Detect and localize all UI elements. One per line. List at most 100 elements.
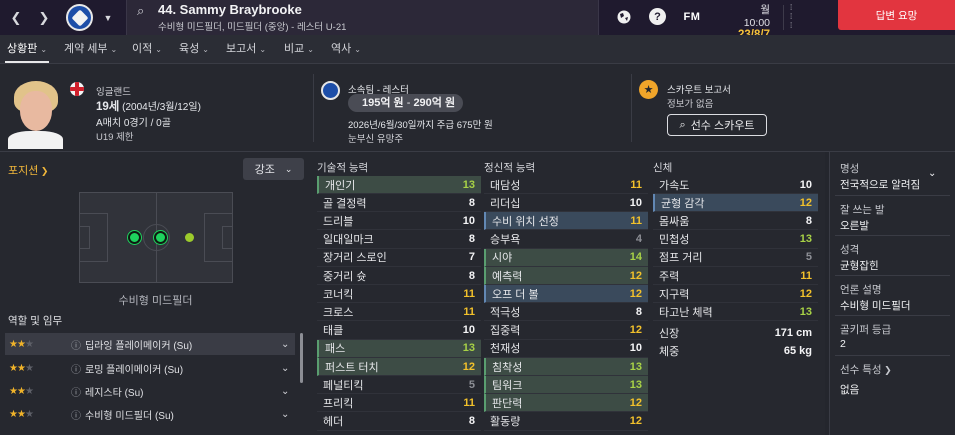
attribute-row[interactable]: 일대일마크 8 [317, 231, 481, 249]
club-crest-small-icon[interactable] [321, 81, 340, 100]
chevron-down-icon: ⌄ [259, 45, 267, 54]
attribute-row[interactable]: 대담성 11 [484, 176, 648, 194]
attribute-row[interactable]: 천재성 10 [484, 340, 648, 358]
tab-contract[interactable]: 계약 세부 ⌄ [64, 35, 117, 64]
attribute-value: 12 [629, 287, 642, 300]
tab-reports[interactable]: 보고서 ⌄ [226, 35, 266, 64]
height-row: 신장 171 cm [653, 324, 818, 342]
attribute-row[interactable]: 시야 14 [484, 248, 648, 267]
attribute-row[interactable]: 민첩성 13 [653, 231, 818, 249]
tab-compare[interactable]: 비교 ⌄ [284, 35, 314, 64]
position-marker-mc[interactable] [154, 231, 167, 244]
chevron-down-icon[interactable]: ⌄ [281, 363, 295, 374]
search-icon[interactable]: ⌕ [137, 3, 144, 19]
attribute-row[interactable]: 집중력 12 [484, 322, 648, 340]
attribute-value: 5 [805, 251, 812, 264]
reply-required-button[interactable]: 답변 요망 [838, 0, 955, 30]
player-traits-link[interactable]: 선수 특성 ❯ [840, 362, 892, 377]
chevron-down-icon[interactable]: ⌄ [281, 386, 295, 397]
emphasis-dropdown[interactable]: 강조 ⌄ [243, 158, 304, 180]
attribute-row[interactable]: 크로스 11 [317, 303, 481, 322]
attribute-row[interactable]: 지구력 12 [653, 285, 818, 304]
chevron-down-icon[interactable]: ⌄ [928, 168, 936, 179]
roles-scrollbar[interactable] [300, 333, 303, 383]
info-icon[interactable]: ⓘ [71, 361, 85, 376]
attribute-row[interactable]: 주력 11 [653, 267, 818, 285]
attribute-row[interactable]: 장거리 스로인 7 [317, 249, 481, 267]
divider [835, 355, 950, 356]
attribute-row[interactable]: 리더십 10 [484, 194, 648, 213]
chevron-down-icon[interactable]: ⌄ [281, 339, 295, 350]
tab-label: 보고서 [226, 43, 257, 55]
attribute-row[interactable]: 퍼스트 터치 12 [317, 358, 481, 376]
attribute-name: 지구력 [659, 288, 690, 301]
position-marker-dm[interactable] [128, 231, 141, 244]
continue-grip-icon[interactable]: ⁞ ⁞ ⁞ [790, 3, 792, 30]
position-marker-am[interactable] [185, 233, 194, 242]
chevron-down-icon[interactable]: ⌄ [281, 409, 295, 420]
attribute-row[interactable]: 태클 10 [317, 322, 481, 340]
attribute-row[interactable]: 판단력 12 [484, 394, 648, 413]
club-crest-icon[interactable] [66, 4, 93, 31]
attribute-row[interactable]: 헤더 8 [317, 413, 481, 431]
attribute-row[interactable]: 침착성 13 [484, 358, 648, 376]
position-pitch[interactable] [79, 192, 233, 283]
nationality[interactable]: 잉글랜드 [96, 84, 131, 98]
scout-player-button[interactable]: ⌕ 선수 스카우트 [667, 114, 767, 136]
position-link[interactable]: 포지션 ❯ [8, 162, 48, 178]
divider [835, 235, 950, 236]
attribute-row[interactable]: 타고난 체력 13 [653, 303, 818, 322]
attribute-row[interactable]: 몸싸움 8 [653, 212, 818, 231]
player-info-panel: 명성 전국적으로 알려짐 ⌄ 잘 쓰는 발 오른발 성격 균형잡힌 언론 설명 … [829, 152, 955, 435]
attribute-row[interactable]: 적극성 8 [484, 303, 648, 322]
forward-arrow-icon[interactable]: ❯ [30, 0, 58, 35]
attribute-name: 중거리 슛 [323, 270, 367, 283]
attribute-row[interactable]: 예측력 12 [484, 267, 648, 285]
attribute-row[interactable]: 개인기 13 [317, 176, 481, 194]
role-item[interactable]: ★★★ ⓘ 딥라잉 플레이메이커 (Su) ⌄ [5, 333, 295, 355]
media-description-label: 언론 설명 [840, 284, 882, 296]
back-arrow-icon[interactable]: ❮ [2, 0, 30, 35]
role-item[interactable]: ★★★ ⓘ 로밍 플레이메이커 (Su) ⌄ [5, 357, 295, 379]
attribute-row[interactable]: 활동량 12 [484, 413, 648, 431]
player-title-box[interactable]: ⌕ 44. Sammy Braybrooke 수비형 미드필더, 미드필더 (중… [126, 0, 599, 35]
club-menu-chevron-icon[interactable]: ▼ [97, 0, 119, 35]
attribute-row[interactable]: 페널티킥 5 [317, 376, 481, 395]
attribute-row[interactable]: 팀워크 13 [484, 376, 648, 395]
tab-history[interactable]: 역사 ⌄ [331, 35, 361, 64]
world-icon[interactable] [613, 6, 635, 28]
info-icon[interactable]: ⓘ [71, 337, 85, 352]
role-rating-stars-icon: ★★★ [5, 363, 71, 374]
attribute-row[interactable]: 골 결정력 8 [317, 194, 481, 213]
attribute-row[interactable]: 오프 더 볼 12 [484, 285, 648, 304]
chevron-down-icon: ⌄ [284, 163, 293, 174]
tab-overview[interactable]: 상황판 ⌄ [4, 35, 50, 64]
divider [631, 74, 632, 142]
role-rating-stars-icon: ★★★ [5, 409, 71, 420]
attribute-row[interactable]: 승부욕 4 [484, 231, 648, 249]
tab-transfer[interactable]: 이적 ⌄ [132, 35, 162, 64]
info-icon[interactable]: ⓘ [71, 384, 85, 399]
attribute-row[interactable]: 점프 거리 5 [653, 249, 818, 267]
attribute-row[interactable]: 코너킥 11 [317, 285, 481, 304]
attribute-row[interactable]: 패스 13 [317, 339, 481, 358]
tab-development[interactable]: 육성 ⌄ [179, 35, 209, 64]
attribute-value: 8 [468, 269, 475, 282]
help-icon[interactable]: ? [649, 8, 666, 25]
attribute-row[interactable]: 중거리 슛 8 [317, 267, 481, 285]
attribute-value: 13 [462, 178, 475, 191]
attribute-name: 크로스 [323, 306, 354, 319]
attribute-row[interactable]: 프리킥 11 [317, 394, 481, 413]
england-flag-icon[interactable] [70, 82, 84, 96]
role-item[interactable]: ★★★ ⓘ 수비형 미드필더 (Su) ⌄ [5, 403, 295, 425]
role-item[interactable]: ★★★ ⓘ 레지스타 (Su) ⌄ [5, 380, 295, 402]
attribute-name: 대담성 [490, 179, 521, 192]
fm-logo-icon[interactable]: FM [681, 6, 703, 28]
divider [835, 315, 950, 316]
attribute-row[interactable]: 가속도 10 [653, 176, 818, 194]
info-icon[interactable]: ⓘ [71, 407, 85, 422]
player-age: 19세 (2004년/3월/12일) [96, 98, 201, 114]
attribute-row[interactable]: 수비 위치 선정 11 [484, 212, 648, 231]
attribute-row[interactable]: 드리블 10 [317, 212, 481, 231]
attribute-row[interactable]: 균형 감각 12 [653, 194, 818, 213]
